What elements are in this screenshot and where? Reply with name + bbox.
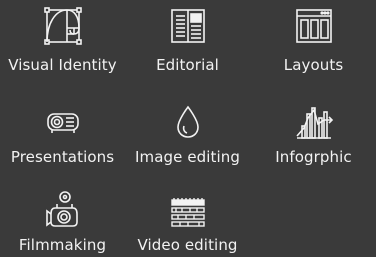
- golden-ratio-icon: [43, 6, 83, 46]
- service-presentations[interactable]: Presentations: [0, 102, 125, 166]
- service-label: Presentations: [10, 148, 115, 166]
- service-label: Layouts: [283, 56, 344, 74]
- service-label: Filmmaking: [18, 236, 107, 254]
- service-editorial[interactable]: Editorial: [125, 6, 250, 74]
- service-layouts[interactable]: Layouts: [251, 6, 376, 74]
- services-grid: Visual Identity Editorial Layouts Presen…: [0, 0, 376, 257]
- service-label: Infogrphic: [275, 148, 352, 166]
- service-label: Image editing: [134, 148, 241, 166]
- service-label: Editorial: [156, 56, 219, 74]
- timeline-icon: [168, 190, 208, 230]
- camera-icon: [43, 190, 83, 230]
- layout-columns-icon: [294, 6, 334, 46]
- projector-icon: [43, 102, 83, 142]
- service-infographic[interactable]: Infogrphic: [251, 102, 376, 166]
- chart-icon: [294, 102, 334, 142]
- newspaper-icon: [168, 6, 208, 46]
- service-label: Video editing: [137, 236, 238, 254]
- service-video-editing[interactable]: Video editing: [125, 190, 250, 254]
- ink-drop-icon: [168, 102, 208, 142]
- service-visual-identity[interactable]: Visual Identity: [0, 6, 125, 74]
- service-image-editing[interactable]: Image editing: [125, 102, 250, 166]
- service-filmmaking[interactable]: Filmmaking: [0, 190, 125, 254]
- service-label: Visual Identity: [8, 56, 117, 74]
